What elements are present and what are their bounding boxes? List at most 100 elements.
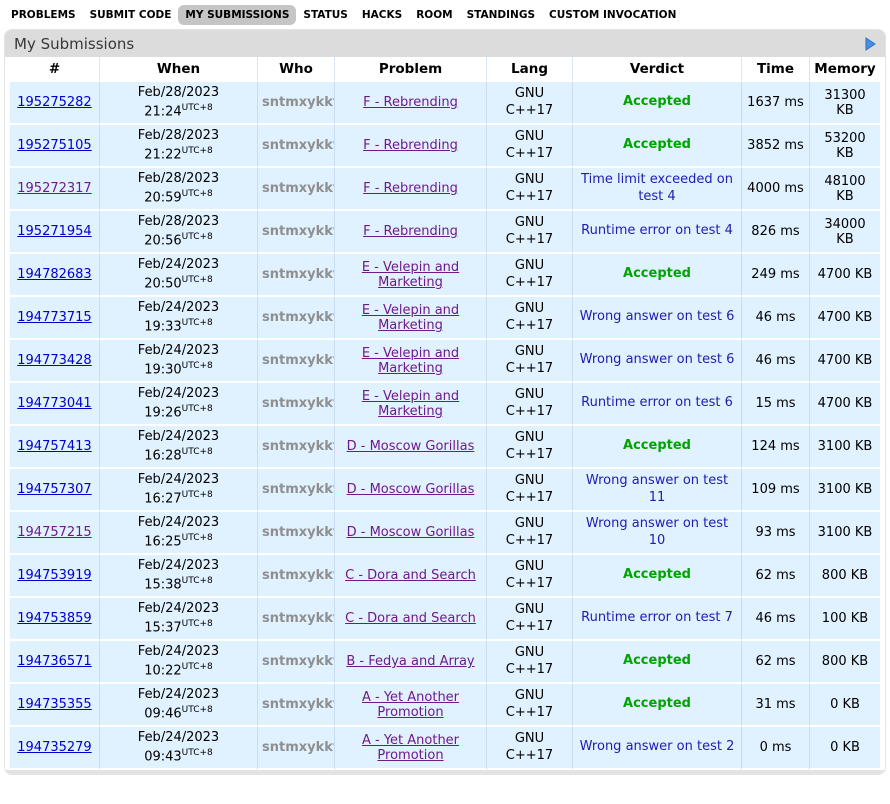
problem-link[interactable]: D - Moscow Gorillas <box>347 482 475 497</box>
submission-id-link[interactable]: 195271954 <box>17 224 91 239</box>
problem-cell: A - Yet Another Promotion <box>335 684 487 727</box>
nav-item-problems[interactable]: PROBLEMS <box>4 5 83 25</box>
submission-date: Feb/24/2023 <box>138 644 219 659</box>
submission-id-link[interactable]: 195275105 <box>17 138 91 153</box>
verdict-text[interactable]: Runtime error on test 6 <box>581 395 733 410</box>
verdict-text[interactable]: Accepted <box>623 653 691 668</box>
submission-id-link[interactable]: 194753859 <box>17 611 91 626</box>
nav-item-standings[interactable]: STANDINGS <box>460 5 542 25</box>
problem-link[interactable]: B - Fedya and Array <box>346 654 474 669</box>
verdict-text[interactable]: Accepted <box>623 696 691 711</box>
submission-id-link[interactable]: 194773428 <box>17 353 91 368</box>
user-handle[interactable]: sntmxykky <box>262 482 335 497</box>
user-handle[interactable]: sntmxykky <box>262 267 335 282</box>
memory-cell: 4700 KB <box>810 340 880 383</box>
submission-id-link[interactable]: 194736571 <box>17 654 91 669</box>
submission-id-link[interactable]: 194735279 <box>17 740 91 755</box>
timezone-label: UTC+8 <box>182 146 213 156</box>
submission-id-link[interactable]: 194757215 <box>17 525 91 540</box>
nav-item-submit-code[interactable]: SUBMIT CODE <box>83 5 179 25</box>
table-row: 194736571 Feb/24/2023 10:22UTC+8 sntmxyk… <box>10 641 880 684</box>
who-cell: sntmxykky <box>258 82 335 125</box>
submission-time: 20:56 <box>144 233 181 248</box>
verdict-text[interactable]: Wrong answer on test 6 <box>580 352 735 367</box>
problem-link[interactable]: F - Rebrending <box>363 224 458 239</box>
user-handle[interactable]: sntmxykky <box>262 525 335 540</box>
submission-id-link[interactable]: 195275282 <box>17 95 91 110</box>
problem-cell: F - Rebrending <box>335 211 487 254</box>
table-row: 194773715 Feb/24/2023 19:33UTC+8 sntmxyk… <box>10 297 880 340</box>
user-handle[interactable]: sntmxykky <box>262 568 335 583</box>
user-handle[interactable]: sntmxykky <box>262 181 335 196</box>
verdict-text[interactable]: Wrong answer on test 11 <box>586 473 728 505</box>
problem-link[interactable]: F - Rebrending <box>363 138 458 153</box>
problem-link[interactable]: D - Moscow Gorillas <box>347 525 475 540</box>
user-handle[interactable]: sntmxykky <box>262 95 335 110</box>
timezone-label: UTC+8 <box>182 748 213 758</box>
box-body: # When Who Problem Lang Verdict Time Mem… <box>5 57 885 770</box>
verdict-text[interactable]: Accepted <box>623 137 691 152</box>
verdict-text[interactable]: Wrong answer on test 10 <box>586 516 728 548</box>
who-cell: sntmxykky <box>258 254 335 297</box>
problem-link[interactable]: E - Velepin and Marketing <box>362 303 459 333</box>
timezone-label: UTC+8 <box>182 447 213 457</box>
verdict-text[interactable]: Time limit exceeded on test 4 <box>581 172 733 204</box>
problem-link[interactable]: A - Yet Another Promotion <box>362 733 459 763</box>
nav-item-hacks[interactable]: HACKS <box>355 5 409 25</box>
lang-cell: GNU C++17 <box>487 512 573 555</box>
verdict-text[interactable]: Accepted <box>623 567 691 582</box>
nav-item-custom-invocation[interactable]: CUSTOM INVOCATION <box>542 5 683 25</box>
memory-cell: 31300 KB <box>810 82 880 125</box>
problem-link[interactable]: C - Dora and Search <box>345 611 476 626</box>
verdict-text[interactable]: Runtime error on test 7 <box>581 610 733 625</box>
problem-link[interactable]: E - Velepin and Marketing <box>362 346 459 376</box>
user-handle[interactable]: sntmxykky <box>262 654 335 669</box>
user-handle[interactable]: sntmxykky <box>262 740 335 755</box>
nav-item-room[interactable]: ROOM <box>409 5 459 25</box>
verdict-text[interactable]: Runtime error on test 4 <box>581 223 733 238</box>
verdict-text[interactable]: Accepted <box>623 438 691 453</box>
submission-id-link[interactable]: 194757413 <box>17 439 91 454</box>
user-handle[interactable]: sntmxykky <box>262 697 335 712</box>
problem-link[interactable]: D - Moscow Gorillas <box>347 439 475 454</box>
memory-cell: 34000 KB <box>810 211 880 254</box>
submission-id-link[interactable]: 194757307 <box>17 482 91 497</box>
verdict-text[interactable]: Wrong answer on test 6 <box>580 309 735 324</box>
user-handle[interactable]: sntmxykky <box>262 439 335 454</box>
verdict-text[interactable]: Accepted <box>623 266 691 281</box>
verdict-cell: Runtime error on test 7 <box>573 598 742 641</box>
memory-cell: 48100 KB <box>810 168 880 211</box>
problem-link[interactable]: A - Yet Another Promotion <box>362 690 459 720</box>
submission-id-link[interactable]: 194753919 <box>17 568 91 583</box>
expand-arrow-icon[interactable] <box>865 37 876 51</box>
user-handle[interactable]: sntmxykky <box>262 611 335 626</box>
verdict-text[interactable]: Accepted <box>623 94 691 109</box>
memory-cell: 53200 KB <box>810 125 880 168</box>
user-handle[interactable]: sntmxykky <box>262 310 335 325</box>
verdict-cell: Wrong answer on test 6 <box>573 297 742 340</box>
problem-link[interactable]: C - Dora and Search <box>345 568 476 583</box>
nav-item-status[interactable]: STATUS <box>296 5 354 25</box>
submission-id-link[interactable]: 194773715 <box>17 310 91 325</box>
problem-link[interactable]: F - Rebrending <box>363 95 458 110</box>
submission-id-link[interactable]: 195272317 <box>17 181 91 196</box>
submission-id-cell: 194757307 <box>10 469 100 512</box>
user-handle[interactable]: sntmxykky <box>262 396 335 411</box>
problem-link[interactable]: F - Rebrending <box>363 181 458 196</box>
table-row: 194757215 Feb/24/2023 16:25UTC+8 sntmxyk… <box>10 512 880 555</box>
submission-id-link[interactable]: 194735355 <box>17 697 91 712</box>
submission-id-link[interactable]: 194773041 <box>17 396 91 411</box>
problem-link[interactable]: E - Velepin and Marketing <box>362 260 459 290</box>
problem-link[interactable]: E - Velepin and Marketing <box>362 389 459 419</box>
submission-time: 19:26 <box>144 405 181 420</box>
memory-cell: 100 KB <box>810 598 880 641</box>
user-handle[interactable]: sntmxykky <box>262 224 335 239</box>
who-cell: sntmxykky <box>258 426 335 469</box>
user-handle[interactable]: sntmxykky <box>262 138 335 153</box>
when-cell: Feb/28/2023 21:24UTC+8 <box>100 82 258 125</box>
exec-time: 31 ms <box>755 697 795 712</box>
submission-id-link[interactable]: 194782683 <box>17 267 91 282</box>
user-handle[interactable]: sntmxykky <box>262 353 335 368</box>
nav-item-my-submissions[interactable]: MY SUBMISSIONS <box>178 5 296 25</box>
verdict-text[interactable]: Wrong answer on test 2 <box>580 739 735 754</box>
